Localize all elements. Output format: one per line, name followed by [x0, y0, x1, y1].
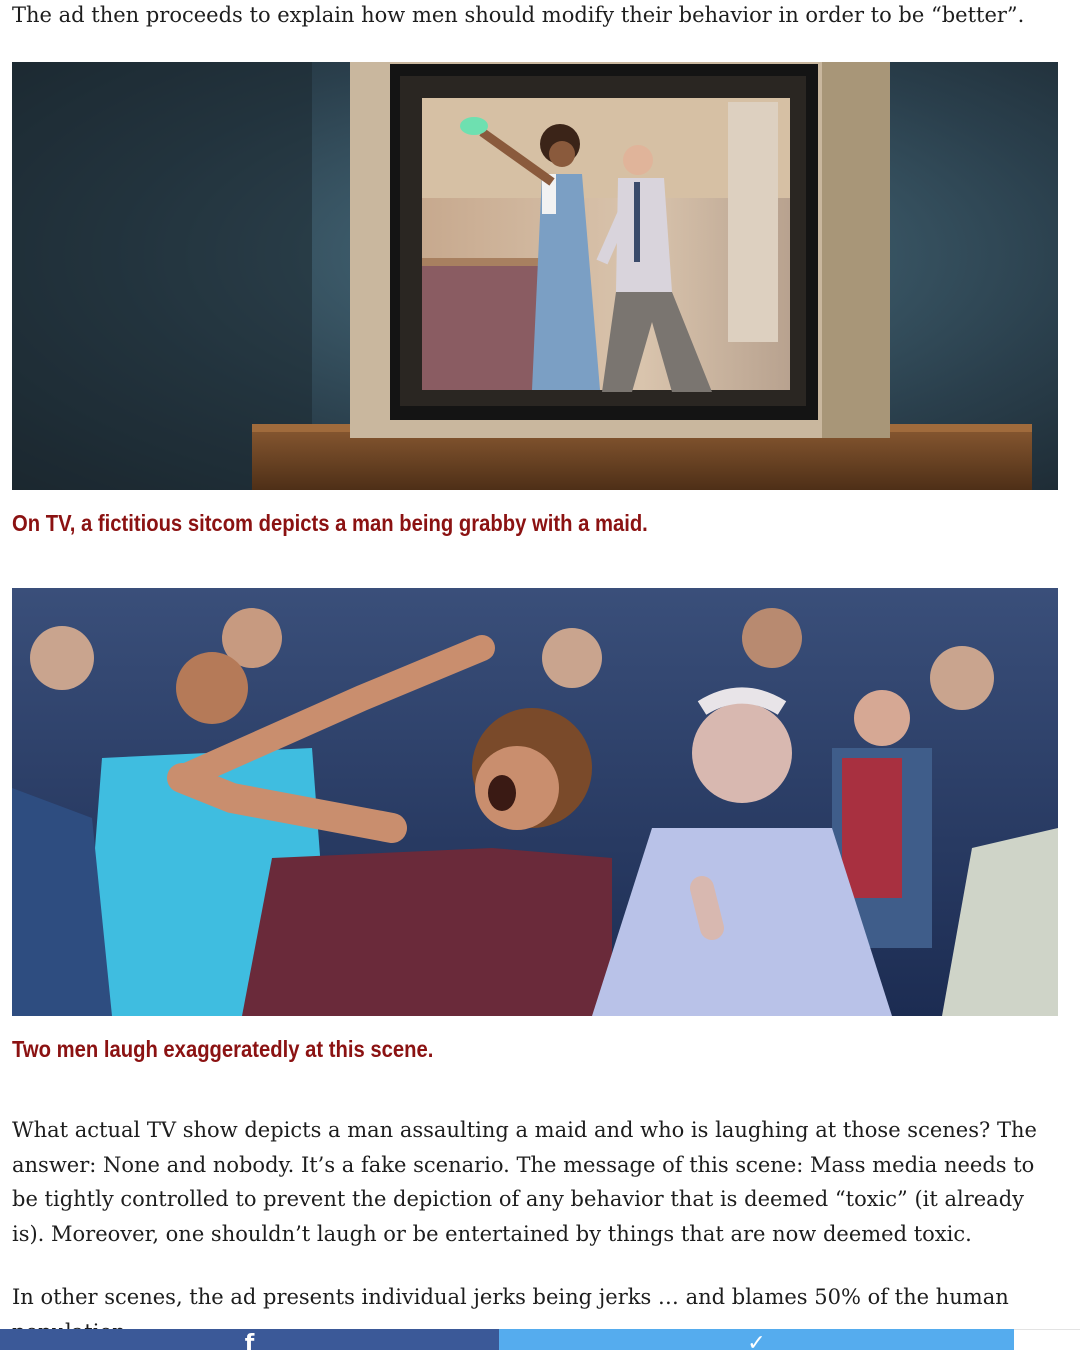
facebook-icon: f [244, 1331, 255, 1350]
intro-paragraph: The ad then proceeds to explain how men … [12, 3, 1025, 27]
twitter-icon: ✓ [747, 1331, 766, 1350]
sitcom-tv-image [12, 62, 1058, 490]
audience-laughing-image [12, 588, 1058, 1016]
sitcom-tv-illustration [12, 62, 1058, 490]
twitter-share-button[interactable]: ✓ [499, 1329, 1014, 1350]
audience-illustration [12, 588, 1058, 1016]
figure-caption-2: Two men laugh exaggeratedly at this scen… [12, 1036, 434, 1062]
more-share-button[interactable] [1014, 1329, 1080, 1350]
body-paragraph-1: What actual TV show depicts a man assaul… [12, 1118, 1037, 1246]
facebook-share-button[interactable]: f [0, 1329, 499, 1350]
figure-caption-1: On TV, a fictitious sitcom depicts a man… [12, 510, 648, 536]
share-bar: f ✓ [0, 1329, 1080, 1350]
